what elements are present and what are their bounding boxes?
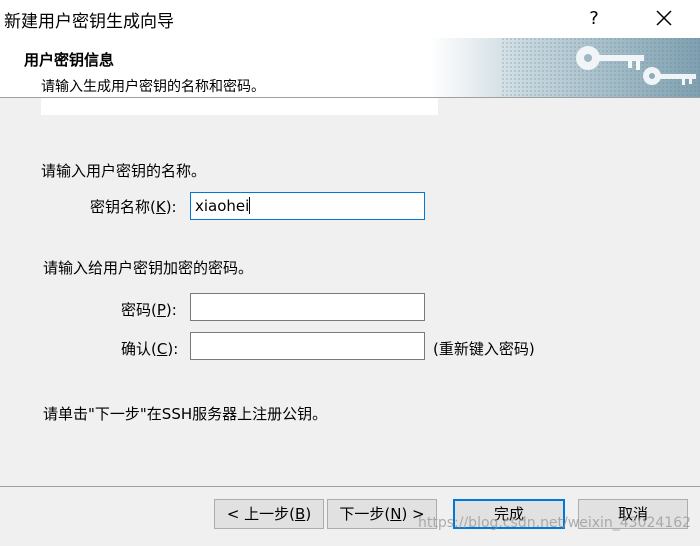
window-title: 新建用户密钥生成向导 bbox=[4, 12, 174, 32]
help-icon: ? bbox=[589, 8, 599, 29]
key-name-input[interactable]: xiaohei bbox=[190, 192, 425, 220]
watermark: https://blog.csdn.net/weixin_43024162 bbox=[418, 515, 692, 531]
password-prompt: 请输入给用户密钥加密的密码。 bbox=[43, 259, 254, 277]
confirm-label: 确认(C): bbox=[121, 340, 179, 358]
close-button[interactable] bbox=[650, 6, 678, 32]
wizard-footer: < 上一步(B) 下一步(N) > 完成 取消 https://blog.csd… bbox=[0, 487, 700, 546]
password-label: 密码(P): bbox=[121, 301, 177, 319]
wizard-header: 用户密钥信息 请输入生成用户密钥的名称和密码。 bbox=[0, 38, 700, 97]
header-subtitle: 请输入生成用户密钥的名称和密码。 bbox=[41, 79, 265, 95]
name-prompt: 请输入用户密钥的名称。 bbox=[41, 162, 207, 180]
wizard-body: 请输入用户密钥的名称。 密钥名称(K): xiaohei 请输入给用户密钥加密的… bbox=[0, 98, 700, 486]
help-button[interactable]: ? bbox=[580, 6, 608, 32]
key-name-label: 密钥名称(K): bbox=[90, 198, 177, 216]
password-input[interactable] bbox=[190, 293, 425, 321]
back-button[interactable]: < 上一步(B) bbox=[214, 499, 324, 529]
header-title: 用户密钥信息 bbox=[24, 51, 115, 69]
confirm-password-input[interactable] bbox=[190, 332, 425, 360]
title-bar: 新建用户密钥生成向导 ? bbox=[0, 0, 700, 38]
keys-icon bbox=[430, 38, 700, 97]
confirm-hint: (重新键入密码) bbox=[433, 340, 535, 358]
close-icon bbox=[656, 10, 672, 26]
header-subtitle-backdrop bbox=[41, 98, 438, 115]
register-instruction: 请单击"下一步"在SSH服务器上注册公钥。 bbox=[43, 405, 328, 423]
